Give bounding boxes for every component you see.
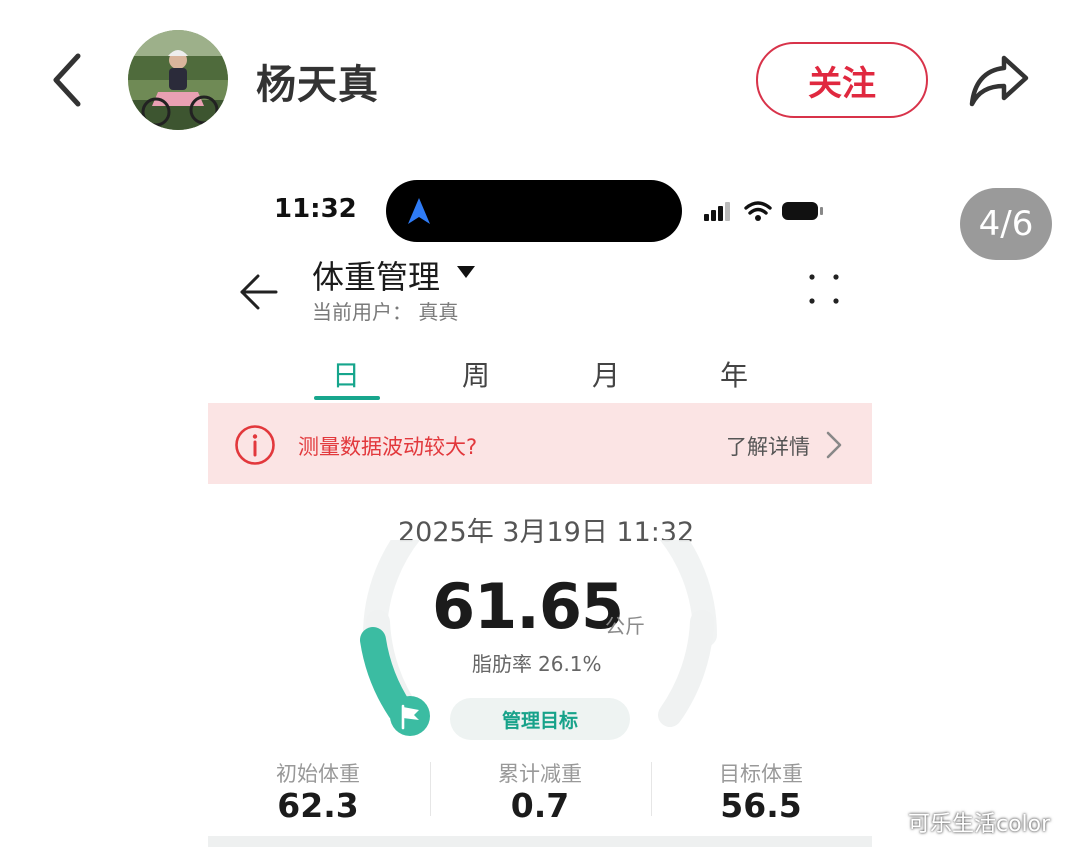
- arrow-left-icon: [240, 274, 278, 310]
- tab-year[interactable]: 年: [704, 354, 764, 394]
- alert-message: 测量数据波动较大?: [298, 435, 478, 459]
- stat-divider: [651, 762, 652, 816]
- navigation-arrow-icon: [408, 198, 430, 224]
- body-fat-value: 26.1%: [538, 652, 602, 676]
- gauge-track-right: [658, 610, 714, 727]
- status-bar-time: 11:32: [274, 194, 357, 224]
- weight-value: 61.65: [432, 570, 624, 643]
- gauge-progress: [360, 627, 413, 723]
- tab-month[interactable]: 月: [576, 354, 636, 394]
- target-weight-value: 56.5: [720, 786, 802, 825]
- fluctuation-alert-banner[interactable]: 测量数据波动较大? 了解详情: [208, 403, 872, 484]
- info-circle-icon: [235, 425, 275, 465]
- avatar[interactable]: [128, 30, 228, 130]
- more-options-button[interactable]: [806, 272, 842, 306]
- avatar-image: [128, 30, 228, 130]
- page-indicator: 4/6: [960, 188, 1052, 260]
- page-title[interactable]: 体重管理: [312, 252, 440, 298]
- manage-goal-button[interactable]: 管理目标: [450, 698, 630, 740]
- current-user-label: 当前用户： 真真: [312, 300, 459, 324]
- share-icon: [969, 55, 1029, 107]
- grid-dots-icon: [809, 274, 839, 304]
- tab-week[interactable]: 周: [446, 354, 506, 394]
- chevron-right-icon: [826, 431, 842, 459]
- target-weight-label: 目标体重: [719, 762, 803, 786]
- signal-wifi-battery-icon: [704, 201, 823, 221]
- dropdown-caret-icon[interactable]: [456, 264, 476, 278]
- tab-day[interactable]: 日: [316, 354, 376, 394]
- total-loss-label: 累计减重: [498, 762, 582, 786]
- back-button[interactable]: [46, 48, 90, 112]
- active-tab-indicator: [314, 396, 380, 400]
- share-button[interactable]: [966, 50, 1032, 110]
- learn-more-link[interactable]: 了解详情: [726, 431, 810, 461]
- username[interactable]: 杨天真: [256, 52, 379, 110]
- watermark: 可乐生活color: [908, 812, 1051, 837]
- card-bottom-edge: [208, 836, 872, 847]
- initial-weight-label: 初始体重: [276, 762, 360, 786]
- total-loss-value: 0.7: [510, 786, 570, 825]
- dynamic-island: [386, 180, 682, 242]
- weight-unit: 公斤: [605, 614, 645, 638]
- follow-button[interactable]: 关注: [756, 42, 928, 118]
- body-fat-label: 脂肪率: [472, 652, 532, 676]
- body-fat-rate: 脂肪率 26.1%: [472, 648, 602, 677]
- status-icons: [700, 196, 830, 226]
- chevron-left-icon: [53, 53, 81, 107]
- app-back-button[interactable]: [236, 270, 282, 314]
- stat-divider: [430, 762, 431, 816]
- initial-weight-value: 62.3: [277, 786, 359, 825]
